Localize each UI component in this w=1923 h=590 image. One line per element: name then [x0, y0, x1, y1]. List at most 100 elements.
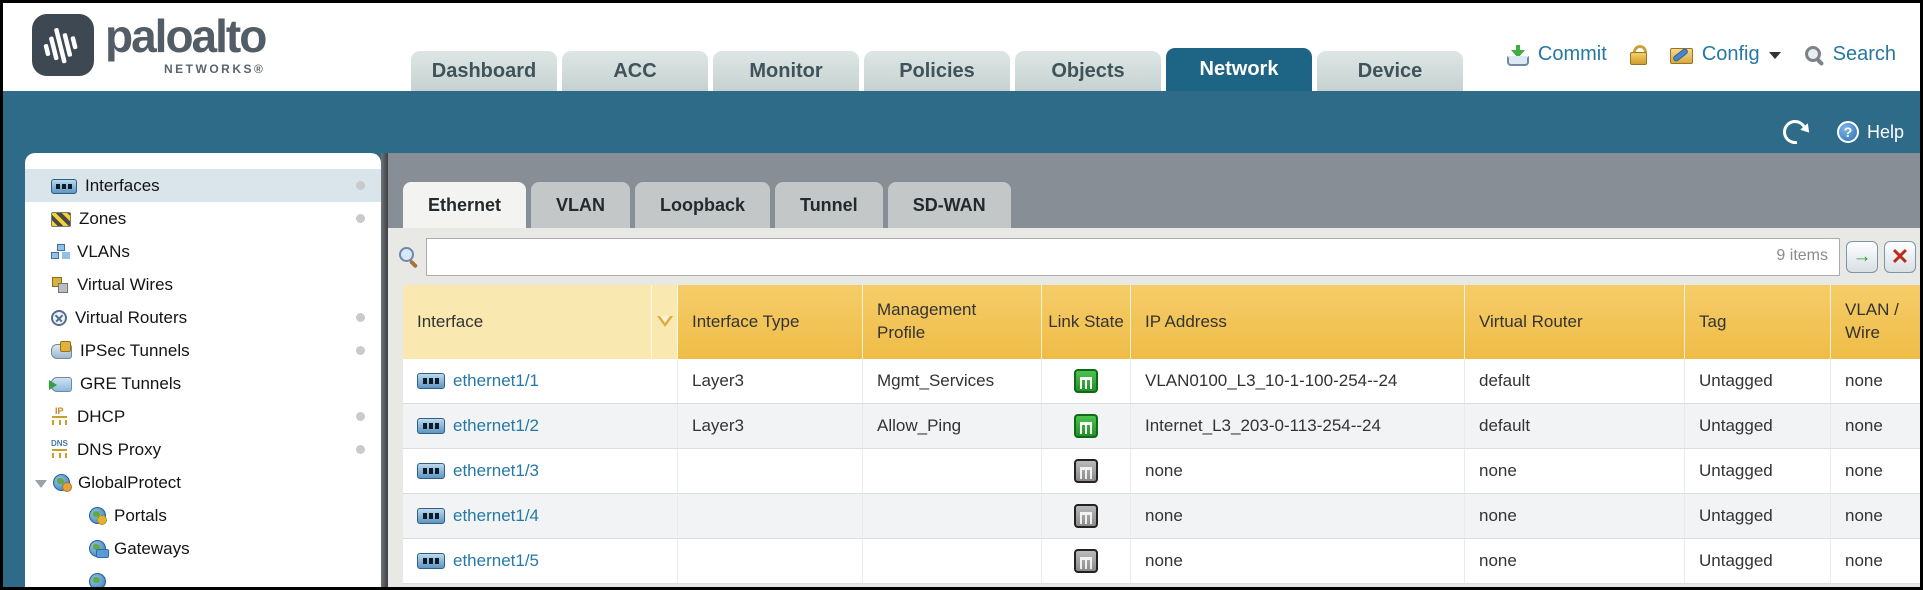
tab-vlan[interactable]: VLAN	[531, 182, 630, 228]
cell-interface: ethernet1/4	[403, 494, 678, 538]
cell-interface-type: Layer3	[678, 359, 863, 403]
config-icon	[1670, 45, 1693, 64]
sidebar-item-label: DHCP	[77, 407, 125, 427]
sidebar-item-gre-tunnels[interactable]: GRE Tunnels	[25, 367, 381, 400]
globe-icon	[89, 573, 106, 587]
commit-icon	[1507, 44, 1529, 66]
link-state-icon	[1074, 549, 1098, 573]
table-row[interactable]: ethernet1/1 Layer3 Mgmt_Services VLAN010…	[403, 359, 1920, 404]
cell-vlan-wire: none	[1831, 404, 1920, 448]
status-dot	[356, 214, 365, 223]
interfaces-table: Interface Interface Type Management Prof…	[403, 285, 1920, 584]
chevron-down-icon[interactable]	[1769, 52, 1781, 65]
portals-icon	[89, 507, 106, 524]
cell-link-state	[1042, 449, 1131, 493]
sidebar-item-ipsec-tunnels[interactable]: IPSec Tunnels	[25, 334, 381, 367]
sidebar-item-dhcp[interactable]: DHCP	[25, 400, 381, 433]
filter-input[interactable]	[426, 238, 1840, 276]
cell-management-profile: Allow_Ping	[863, 404, 1042, 448]
tab-ethernet[interactable]: Ethernet	[403, 182, 526, 228]
sort-dropdown[interactable]	[652, 285, 678, 359]
main-area: Interfaces Zones VLANs Virtual Wires Vir…	[3, 153, 1920, 587]
column-header-link-state[interactable]: Link State	[1042, 285, 1131, 359]
globalprotect-icon	[53, 474, 70, 491]
dns-proxy-icon	[51, 442, 69, 458]
expander-triangle-icon[interactable]	[35, 480, 47, 494]
table-row[interactable]: ethernet1/2 Layer3 Allow_Ping Internet_L…	[403, 404, 1920, 449]
cell-vlan-wire: none	[1831, 494, 1920, 538]
interface-link[interactable]: ethernet1/2	[453, 416, 539, 436]
column-header-interface-type[interactable]: Interface Type	[678, 285, 863, 359]
brand-text: paloalto NETWORKS®	[105, 13, 265, 76]
commit-button[interactable]: Commit	[1538, 43, 1607, 66]
interface-link[interactable]: ethernet1/5	[453, 551, 539, 571]
tab-tunnel[interactable]: Tunnel	[775, 182, 883, 228]
cell-virtual-router: default	[1465, 404, 1685, 448]
link-state-icon	[1074, 504, 1098, 528]
status-dot	[356, 313, 365, 322]
sidebar-item-label: GlobalProtect	[78, 473, 181, 493]
sidebar-item-vlans[interactable]: VLANs	[25, 235, 381, 268]
cell-interface: ethernet1/3	[403, 449, 678, 493]
status-dot	[356, 412, 365, 421]
interface-link[interactable]: ethernet1/3	[453, 461, 539, 481]
tab-network[interactable]: Network	[1166, 48, 1312, 91]
sidebar-item-virtual-routers[interactable]: Virtual Routers	[25, 301, 381, 334]
tab-loopback[interactable]: Loopback	[635, 182, 770, 228]
sidebar-item-partial[interactable]	[25, 565, 381, 587]
cell-link-state	[1042, 494, 1131, 538]
dhcp-icon	[51, 409, 69, 425]
column-header-ip-address[interactable]: IP Address	[1131, 285, 1465, 359]
column-header-tag[interactable]: Tag	[1685, 285, 1831, 359]
sidebar-item-globalprotect[interactable]: GlobalProtect	[25, 466, 381, 499]
tab-dashboard[interactable]: Dashboard	[411, 51, 557, 91]
sidebar-splitter[interactable]	[381, 153, 388, 587]
firewall-webui-window: paloalto NETWORKS® Dashboard ACC Monitor…	[0, 0, 1923, 590]
interface-link[interactable]: ethernet1/4	[453, 506, 539, 526]
tab-objects[interactable]: Objects	[1015, 51, 1161, 91]
virtual-routers-icon	[51, 310, 67, 326]
tab-policies[interactable]: Policies	[864, 51, 1010, 91]
column-header-management-profile[interactable]: Management Profile	[863, 285, 1042, 359]
config-button[interactable]: Config	[1702, 43, 1760, 66]
table-row[interactable]: ethernet1/5 none none Untagged none	[403, 539, 1920, 584]
cell-interface-type: Layer3	[678, 404, 863, 448]
tab-acc[interactable]: ACC	[562, 51, 708, 91]
sidebar-item-dns-proxy[interactable]: DNS Proxy	[25, 433, 381, 466]
sidebar-item-label: IPSec Tunnels	[80, 341, 190, 361]
lock-icon[interactable]	[1630, 45, 1647, 65]
column-header-interface[interactable]: Interface	[403, 285, 652, 359]
sidebar-item-gateways[interactable]: Gateways	[25, 532, 381, 565]
sidebar-item-zones[interactable]: Zones	[25, 202, 381, 235]
help-icon[interactable]: ?	[1837, 121, 1859, 143]
cell-interface-type	[678, 494, 863, 538]
cell-virtual-router: none	[1465, 494, 1685, 538]
main-nav-tabs: Dashboard ACC Monitor Policies Objects N…	[411, 48, 1463, 91]
brand-logo: paloalto NETWORKS®	[31, 13, 265, 77]
interface-link[interactable]: ethernet1/1	[453, 371, 539, 391]
cell-vlan-wire: none	[1831, 449, 1920, 493]
tab-monitor[interactable]: Monitor	[713, 51, 859, 91]
link-state-icon	[1074, 459, 1098, 483]
table-row[interactable]: ethernet1/3 none none Untagged none	[403, 449, 1920, 494]
table-row[interactable]: ethernet1/4 none none Untagged none	[403, 494, 1920, 539]
tab-device[interactable]: Device	[1317, 51, 1463, 91]
sidebar-item-virtual-wires[interactable]: Virtual Wires	[25, 268, 381, 301]
sidebar: Interfaces Zones VLANs Virtual Wires Vir…	[25, 153, 381, 587]
sidebar-item-portals[interactable]: Portals	[25, 499, 381, 532]
column-header-virtual-router[interactable]: Virtual Router	[1465, 285, 1685, 359]
cell-interface-type	[678, 449, 863, 493]
sidebar-item-interfaces[interactable]: Interfaces	[25, 169, 381, 202]
apply-filter-button[interactable]: →	[1846, 241, 1878, 273]
search-button[interactable]: Search	[1833, 43, 1896, 66]
cell-vlan-wire: none	[1831, 359, 1920, 403]
help-link[interactable]: Help	[1867, 122, 1904, 143]
gateways-icon	[89, 540, 106, 557]
tab-sdwan[interactable]: SD-WAN	[888, 182, 1011, 228]
cell-link-state	[1042, 404, 1131, 448]
column-header-vlan-wire[interactable]: VLAN / Wire	[1831, 285, 1920, 359]
cell-ip-address: VLAN0100_L3_10-1-100-254--24	[1131, 359, 1465, 403]
refresh-icon[interactable]	[1778, 115, 1811, 148]
table-header: Interface Interface Type Management Prof…	[403, 285, 1920, 359]
clear-filter-button[interactable]: ✕	[1884, 241, 1916, 273]
